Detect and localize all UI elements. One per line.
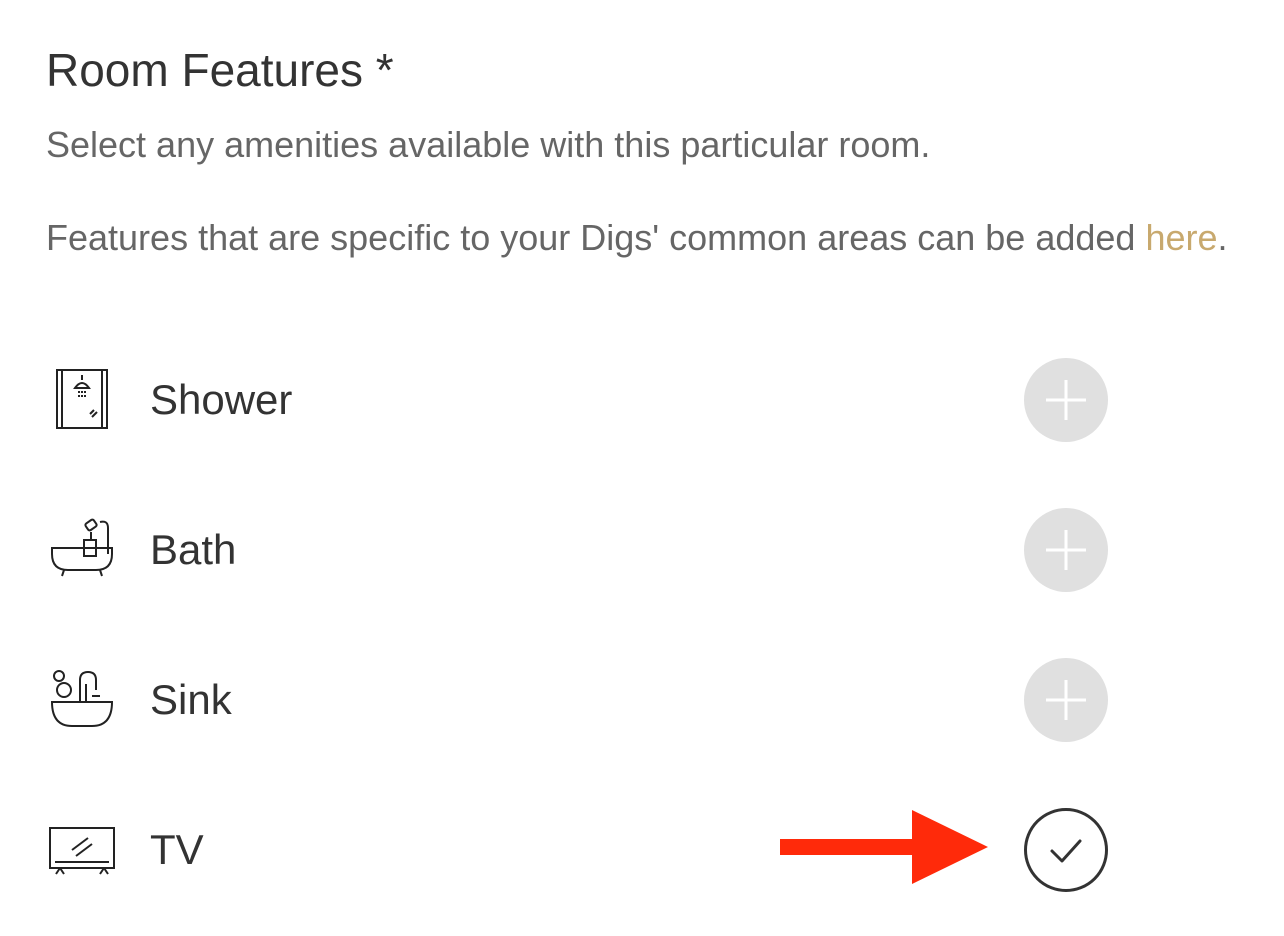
feature-row-tv: TV — [0, 800, 1284, 900]
plus-icon — [1046, 680, 1086, 720]
feature-label-tv: TV — [150, 826, 204, 873]
add-bath-button[interactable] — [1024, 508, 1108, 592]
common-areas-note: Features that are specific to your Digs'… — [46, 211, 1256, 265]
shower-icon — [48, 368, 116, 432]
feature-label-shower: Shower — [150, 376, 293, 423]
plus-icon — [1046, 530, 1086, 570]
tv-selected-button[interactable] — [1024, 808, 1108, 892]
section-description: Select any amenities available with this… — [46, 124, 931, 165]
feature-label-bath: Bath — [150, 526, 237, 573]
plus-icon — [1046, 380, 1086, 420]
add-shower-button[interactable] — [1024, 358, 1108, 442]
feature-label-sink: Sink — [150, 676, 232, 723]
bathtub-icon — [48, 518, 116, 582]
tv-icon — [48, 818, 116, 882]
section-title: Room Features * — [46, 44, 394, 96]
common-areas-end: . — [1217, 217, 1228, 258]
common-areas-link[interactable]: here — [1145, 217, 1217, 258]
check-icon — [1050, 839, 1082, 863]
add-sink-button[interactable] — [1024, 658, 1108, 742]
feature-row-bath: Bath — [0, 500, 1284, 600]
feature-row-sink: Sink — [0, 650, 1284, 750]
annotation-arrow-icon — [778, 808, 990, 886]
feature-row-shower: Shower — [0, 350, 1284, 450]
sink-icon — [48, 668, 116, 732]
common-areas-text: Features that are specific to your Digs'… — [46, 217, 1146, 258]
